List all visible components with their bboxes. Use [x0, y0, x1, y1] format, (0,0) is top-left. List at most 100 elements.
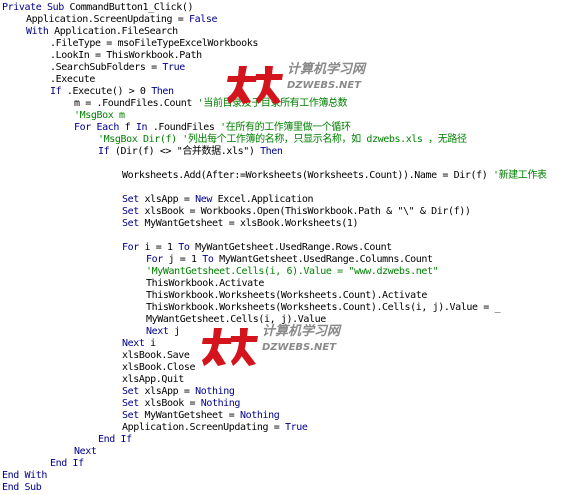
code-line[interactable]: If .Execute() > 0 Then [2, 86, 547, 98]
code-keyword: If [50, 86, 62, 97]
code-line[interactable]: MyWantGetsheet.Cells(i, j).Value [2, 314, 547, 326]
code-line[interactable]: Application.ScreenUpdating = False [2, 14, 547, 26]
code-keyword: Set [122, 218, 139, 229]
code-line[interactable]: ThisWorkbook.Worksheets(Worksheets.Count… [2, 302, 547, 314]
code-line[interactable]: .LookIn = ThisWorkbook.Path [2, 50, 547, 62]
code-line[interactable]: Set MyWantGetsheet = Nothing [2, 410, 547, 422]
code-keyword: In [135, 122, 148, 133]
code-text: xlsBook.Save [122, 350, 190, 361]
vba-code-editor[interactable]: Private Sub CommandButton1_Click() Applic… [2, 2, 547, 494]
code-keyword: Set [122, 206, 139, 217]
code-line[interactable]: End If [2, 458, 547, 470]
code-line[interactable]: Next i [2, 338, 547, 350]
code-keyword: Set [122, 386, 139, 397]
code-line[interactable]: 'MsgBox Dir(f) '列出每个工作簿的名称，只显示名称，如 dzweb… [2, 134, 547, 146]
code-line[interactable]: Next j [2, 326, 547, 338]
code-line[interactable]: xlsBook.Save [2, 350, 547, 362]
code-line[interactable]: Set xlsApp = Nothing [2, 386, 547, 398]
code-keyword: End If [98, 434, 132, 445]
code-text: ThisWorkbook.Worksheets(Worksheets.Count… [146, 302, 501, 313]
code-line[interactable]: ThisWorkbook.Activate [2, 278, 547, 290]
code-text: (Dir(f) <> "合并数据.xls") [109, 146, 261, 157]
code-line[interactable]: ThisWorkbook.Worksheets(Worksheets.Count… [2, 290, 547, 302]
code-line[interactable]: 'MsgBox m [2, 110, 547, 122]
code-text: j [168, 326, 180, 337]
code-text: ThisWorkbook.Worksheets(Worksheets.Count… [146, 290, 428, 301]
code-text: .Execute [50, 74, 95, 85]
code-keyword: True [162, 62, 185, 73]
code-keyword: Then [151, 86, 174, 97]
code-line[interactable]: xlsBook.Close [2, 362, 547, 374]
code-text: MyWantGetsheet = xlsBook.Worksheets(1) [138, 218, 359, 229]
code-line[interactable]: 'MyWantGetsheet.Cells(i, 6).Value = "www… [2, 266, 547, 278]
code-keyword: For [122, 242, 139, 253]
code-keyword: False [189, 14, 218, 25]
code-keyword: Next [146, 326, 169, 337]
code-keyword: For Each [74, 122, 119, 133]
code-text: .Execute() > 0 [61, 86, 152, 97]
code-keyword: If [98, 146, 110, 157]
code-text: .FileType = msoFileTypeExcelWorkbooks [50, 38, 258, 49]
code-keyword: Then [260, 146, 283, 157]
code-keyword: To [178, 242, 190, 253]
code-text: i = 1 [138, 242, 179, 253]
code-line[interactable]: .SearchSubFolders = True [2, 62, 547, 74]
code-comment: 'MyWantGetsheet.Cells(i, 6).Value = "www… [146, 266, 439, 277]
code-comment: 'MsgBox Dir(f) '列出每个工作簿的名称，只显示名称，如 dzweb… [98, 134, 467, 145]
code-comment: '在所有的工作簿里做一个循环 [220, 122, 351, 133]
code-text: m = .FoundFiles.Count [74, 98, 198, 109]
code-line[interactable]: End If [2, 434, 547, 446]
code-text: xlsBook = Workbooks.Open(ThisWorkbook.Pa… [138, 206, 471, 217]
code-comment: 'MsgBox m [74, 110, 125, 121]
code-line[interactable]: Application.ScreenUpdating = True [2, 422, 547, 434]
code-keyword: For [146, 254, 163, 265]
code-line[interactable]: If (Dir(f) <> "合并数据.xls") Then [2, 146, 547, 158]
code-line[interactable]: .FileType = msoFileTypeExcelWorkbooks [2, 38, 547, 50]
code-line[interactable] [2, 158, 547, 170]
code-keyword: Nothing [195, 386, 235, 397]
code-comment: '当前目录及子目录所有工作簿总数 [197, 98, 348, 109]
code-text: CommandButton1_Click() [63, 2, 194, 13]
code-keyword: End Sub [2, 482, 42, 493]
code-text: i [144, 338, 156, 349]
code-line[interactable]: Set xlsBook = Nothing [2, 398, 547, 410]
code-text: Application.ScreenUpdating = [26, 14, 189, 25]
code-line[interactable]: For Each f In .FoundFiles '在所有的工作簿里做一个循环 [2, 122, 547, 134]
code-text: xlsBook.Close [122, 362, 196, 373]
code-line[interactable]: Set xlsApp = New Excel.Application [2, 194, 547, 206]
code-line[interactable]: Set xlsBook = Workbooks.Open(ThisWorkboo… [2, 206, 547, 218]
code-keyword: Nothing [200, 398, 241, 409]
code-text: MyWantGetsheet.UsedRange.Columns.Count [213, 254, 433, 265]
code-text: MyWantGetsheet = [138, 410, 241, 421]
code-line[interactable]: .Execute [2, 74, 547, 86]
code-keyword: With [26, 26, 49, 37]
code-line[interactable]: End With [2, 470, 547, 482]
code-comment: '新建工作表 [492, 170, 547, 181]
code-text: ThisWorkbook.Activate [146, 278, 265, 289]
code-keyword: Set [122, 410, 139, 421]
code-keyword: New [195, 194, 212, 205]
code-line[interactable]: Private Sub CommandButton1_Click() [2, 2, 547, 14]
code-keyword: End If [50, 458, 84, 469]
code-text: MyWantGetsheet.Cells(i, j).Value [146, 314, 326, 325]
code-keyword: Next [74, 446, 97, 457]
code-text: xlsApp.Quit [122, 374, 184, 385]
code-line[interactable]: End Sub [2, 482, 547, 494]
code-text: Excel.Application [211, 194, 314, 205]
code-text: j = 1 [162, 254, 203, 265]
code-line[interactable] [2, 182, 547, 194]
code-line[interactable]: For j = 1 To MyWantGetsheet.UsedRange.Co… [2, 254, 547, 266]
code-line[interactable] [2, 230, 547, 242]
code-line[interactable]: Next [2, 446, 547, 458]
code-line[interactable]: Set MyWantGetsheet = xlsBook.Worksheets(… [2, 218, 547, 230]
code-line[interactable]: Worksheets.Add(After:=Worksheets(Workshe… [2, 170, 547, 182]
code-line[interactable]: xlsApp.Quit [2, 374, 547, 386]
code-text: .SearchSubFolders = [50, 62, 163, 73]
code-line[interactable]: For i = 1 To MyWantGetsheet.UsedRange.Ro… [2, 242, 547, 254]
code-text: f [118, 122, 136, 133]
code-keyword: Nothing [240, 410, 280, 421]
code-keyword: To [202, 254, 214, 265]
code-keyword: End With [2, 470, 47, 481]
code-line[interactable]: With Application.FileSearch [2, 26, 547, 38]
code-line[interactable]: m = .FoundFiles.Count '当前目录及子目录所有工作簿总数 [2, 98, 547, 110]
